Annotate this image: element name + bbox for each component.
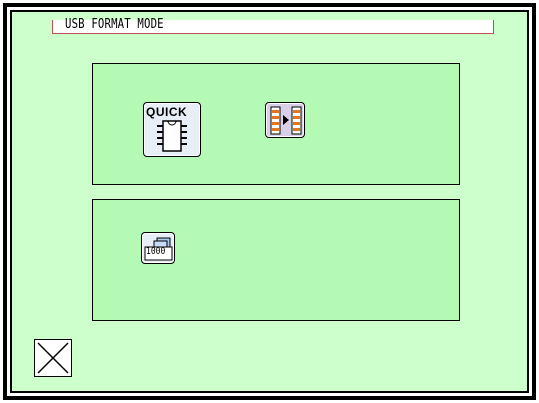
close-button[interactable] [34,339,72,377]
window-frame: USB FORMAT MODE QUICK 1000 [0,0,539,403]
screen: USB FORMAT MODE QUICK 1000 [10,10,529,393]
bar-transfer-icon [270,106,302,135]
format-options-panel: QUICK [92,63,460,185]
counter-button[interactable]: 1000 [141,232,175,264]
close-icon [37,342,69,374]
counter-label: 1000 [146,246,166,257]
counter-panel: 1000 [92,199,460,321]
quick-format-button[interactable]: QUICK [143,102,201,157]
title-bar: USB FORMAT MODE [52,17,494,34]
page-title: USB FORMAT MODE [65,17,164,32]
memory-chip-icon [157,120,187,152]
bar-transfer-button[interactable] [265,102,305,138]
